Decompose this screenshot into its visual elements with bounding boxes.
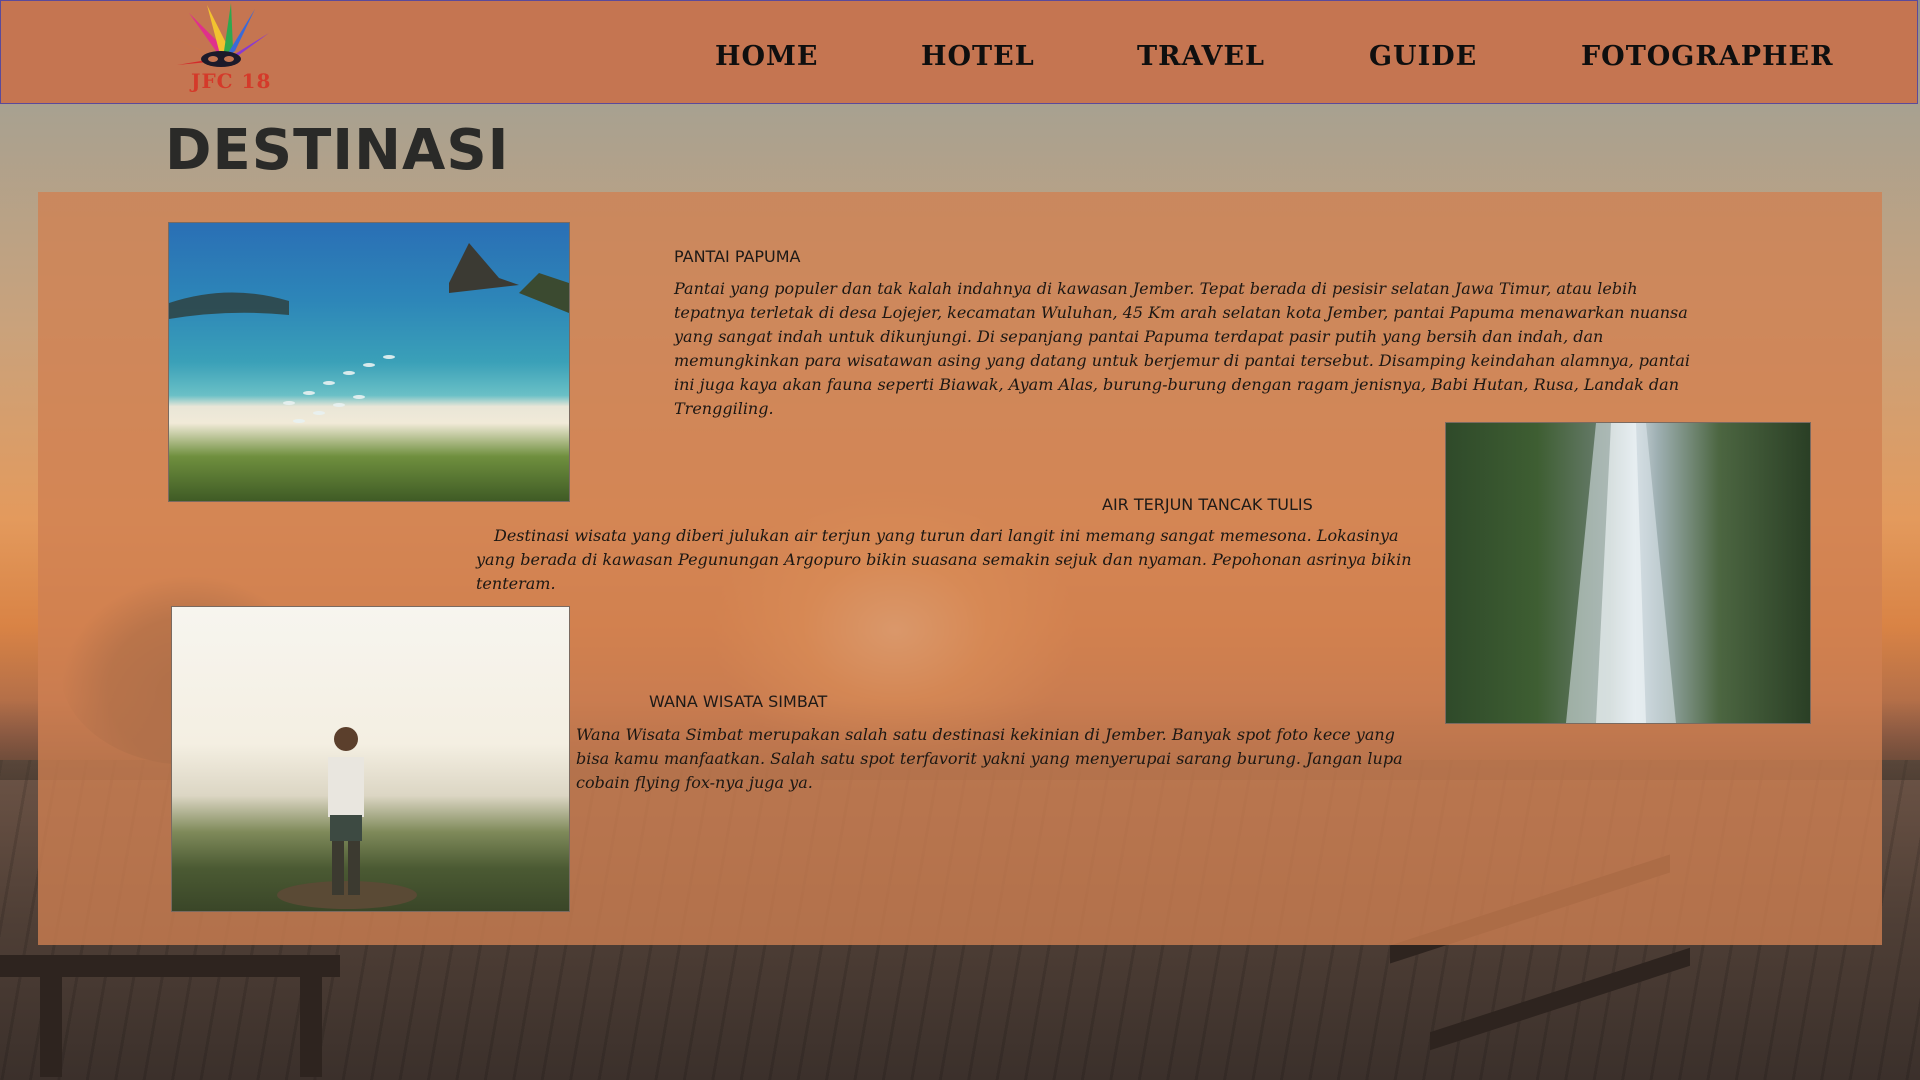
papuma-description: Pantai yang populer dan tak kalah indahn…	[674, 279, 1690, 418]
simbat-description: Wana Wisata Simbat merupakan salah satu …	[576, 725, 1403, 792]
tancak-tulis-title: AIR TERJUN TANCAK TULIS	[1102, 495, 1313, 514]
background-table	[40, 977, 62, 1077]
top-nav-bar: JFC 18 HOME HOTEL TRAVEL GUIDE FOTOGRAPH…	[0, 0, 1918, 104]
tancak-tulis-waterfall-photo	[1445, 422, 1811, 724]
nav-guide[interactable]: GUIDE	[1369, 41, 1477, 72]
papuma-title: PANTAI PAPUMA	[674, 247, 801, 266]
tancak-tulis-description: Destinasi wisata yang diberi julukan air…	[476, 526, 1412, 593]
papuma-beach-photo	[168, 222, 570, 502]
nav-travel[interactable]: TRAVEL	[1137, 41, 1265, 72]
background-table	[0, 955, 340, 977]
background-table	[300, 977, 322, 1077]
nav-hotel[interactable]: HOTEL	[921, 41, 1035, 72]
page-title: DESTINASI	[165, 118, 510, 183]
nav-home[interactable]: HOME	[715, 41, 819, 72]
simbat-title: WANA WISATA SIMBAT	[649, 692, 828, 711]
logo-text: JFC 18	[191, 69, 272, 93]
wana-wisata-simbat-photo	[171, 606, 570, 912]
nav-fotographer[interactable]: FOTOGRAPHER	[1581, 41, 1834, 72]
